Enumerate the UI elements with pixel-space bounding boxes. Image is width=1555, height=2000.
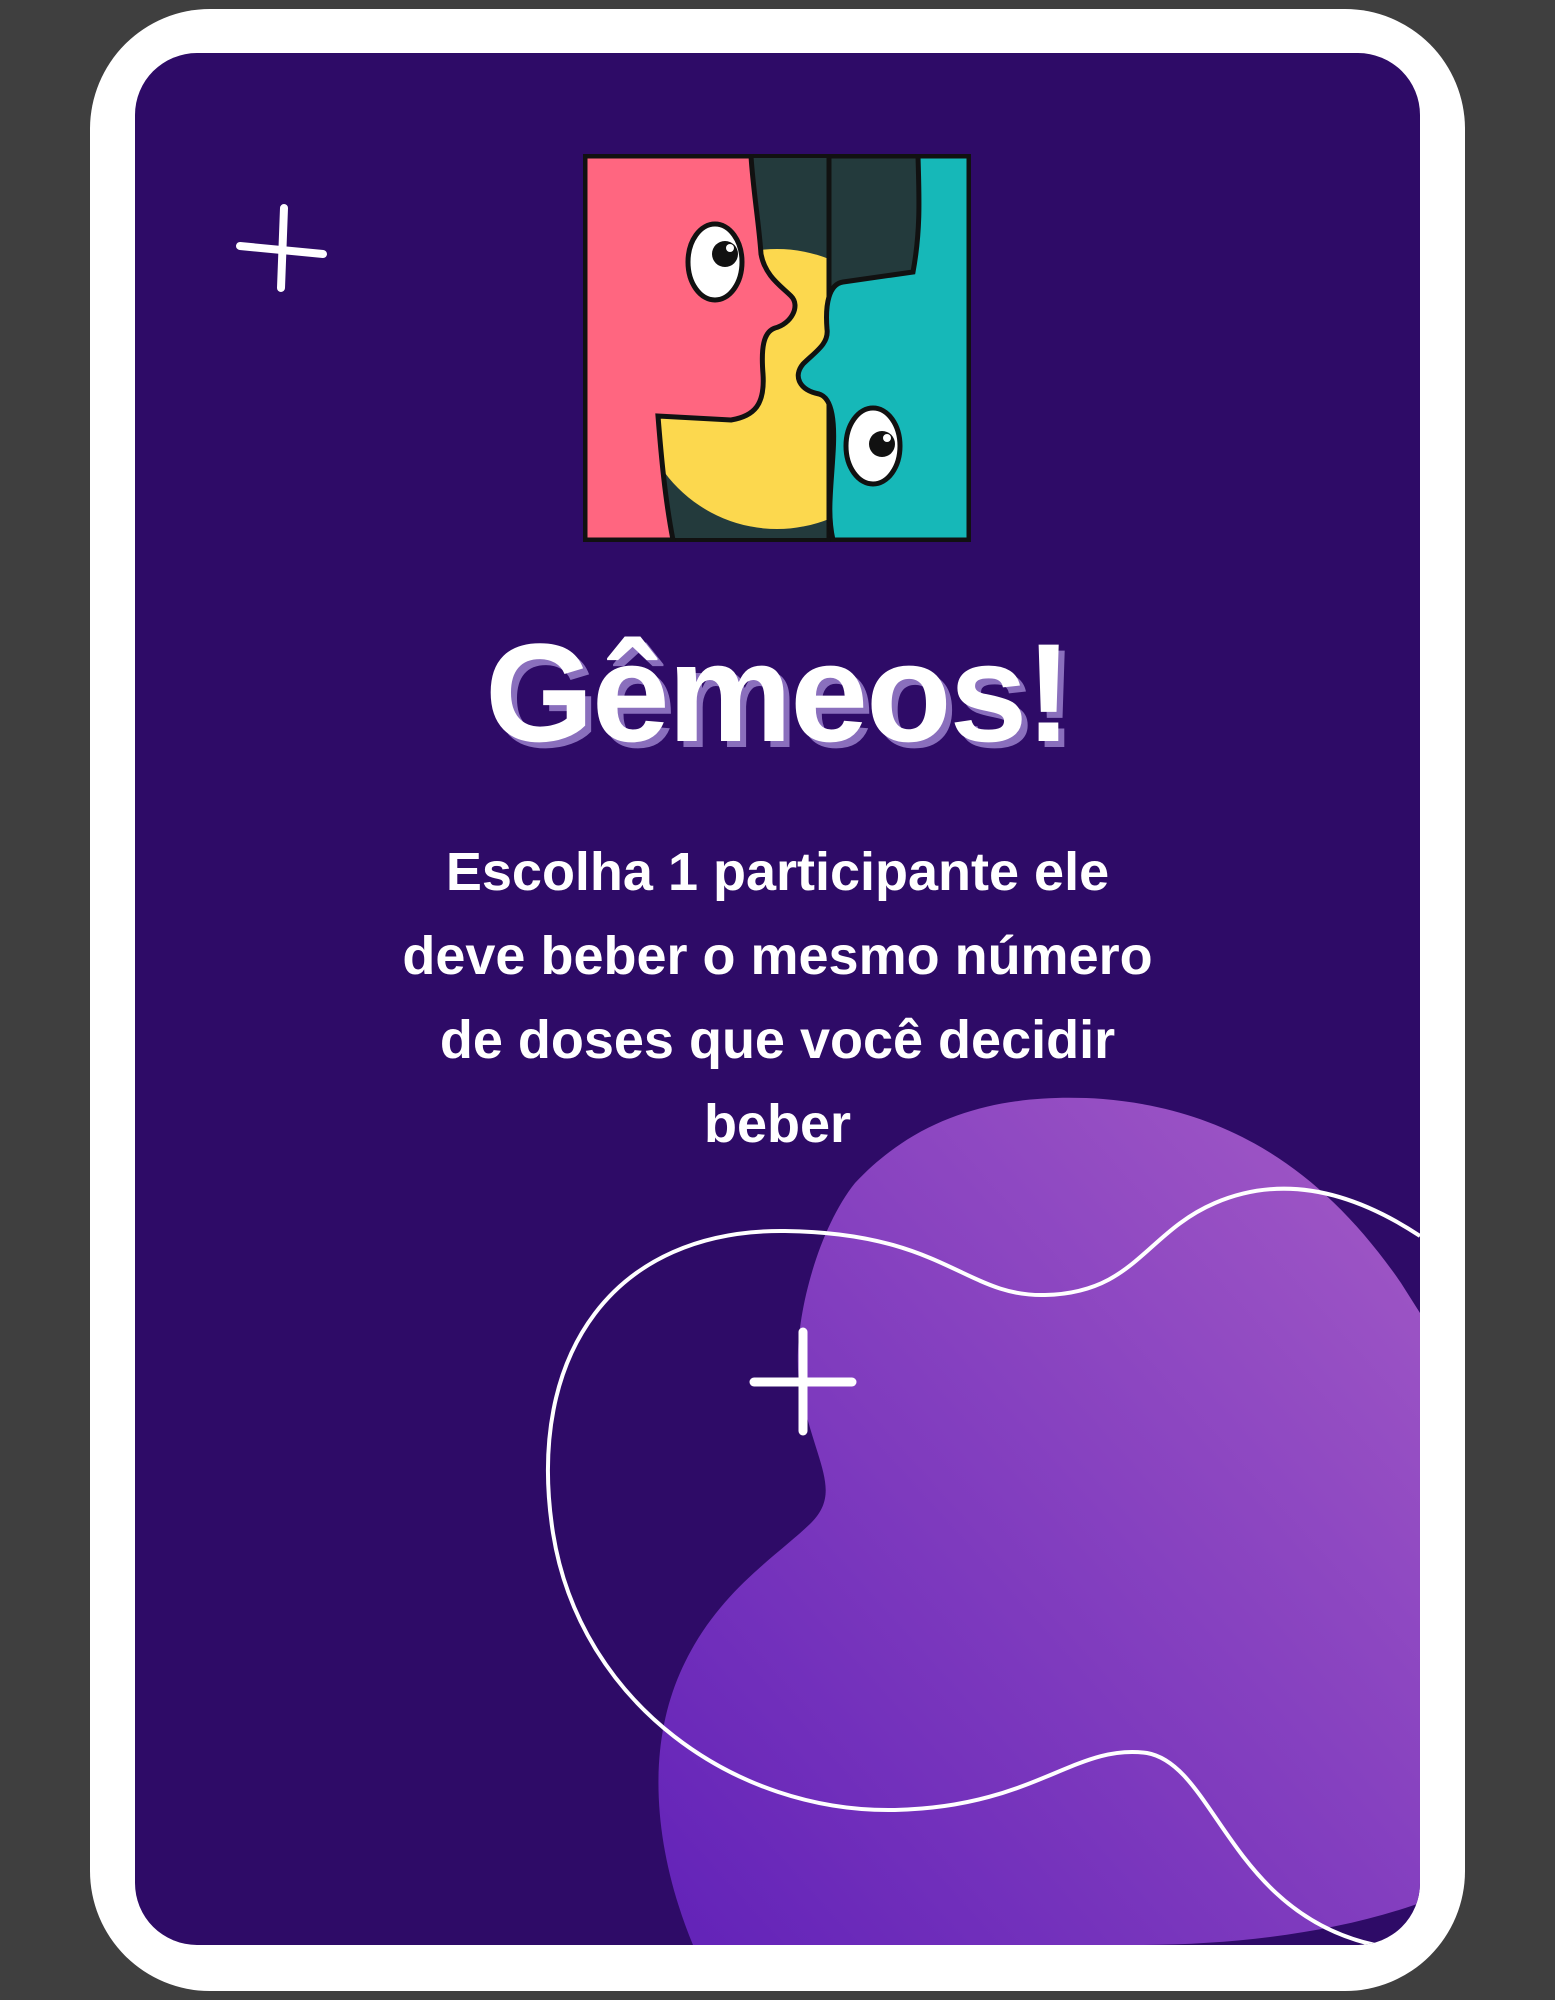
sparkle-plus-icon bbox=[236, 204, 327, 292]
card-description: Escolha 1 participante ele deve beber o … bbox=[402, 842, 1153, 1154]
twin-faces-icon bbox=[583, 154, 971, 542]
purple-blob bbox=[658, 1097, 1420, 1945]
card-title: Gêmeos! bbox=[484, 614, 1072, 771]
game-card[interactable]: Gêmeos! Escolha 1 participante ele deve … bbox=[135, 53, 1420, 1945]
